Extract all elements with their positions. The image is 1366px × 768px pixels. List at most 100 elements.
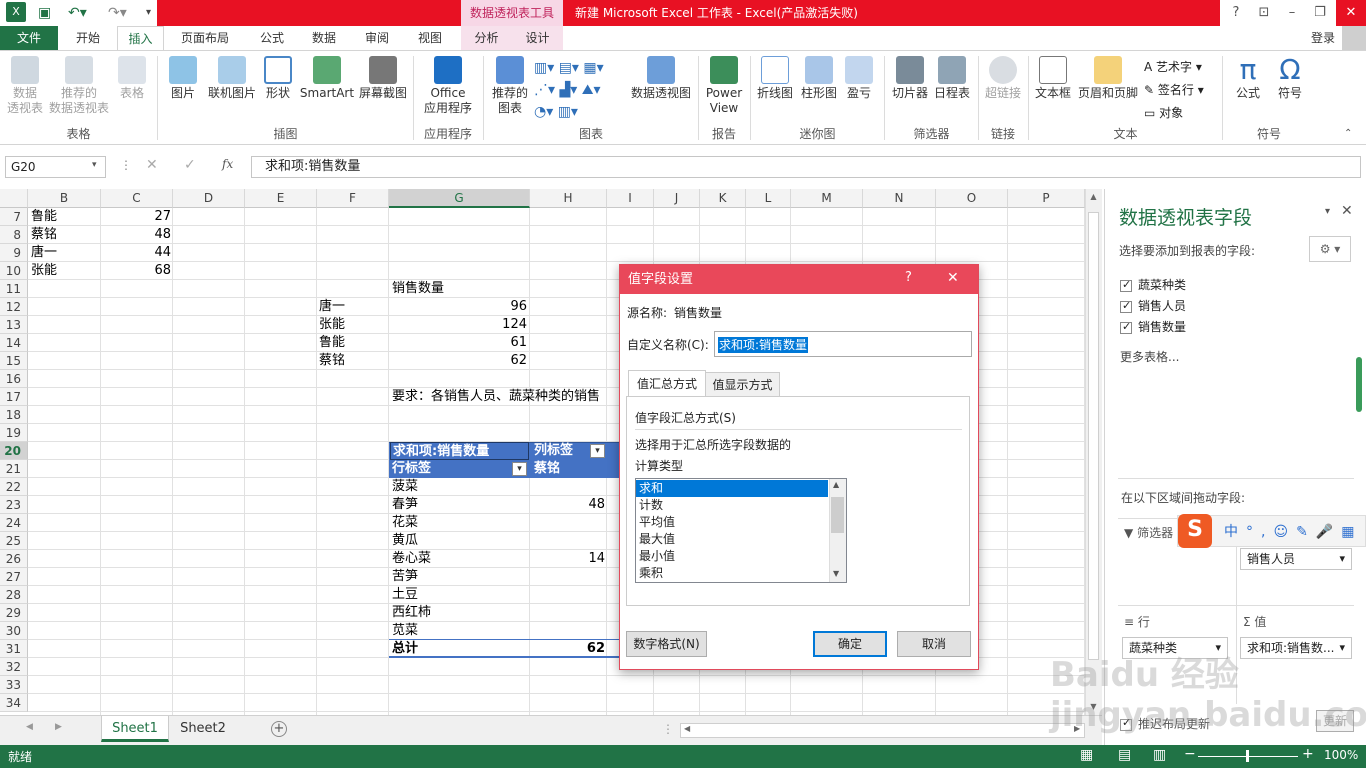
column-header-d[interactable]: D: [173, 189, 245, 208]
sheet-next-icon[interactable]: ▶: [55, 722, 62, 732]
tab-file[interactable]: 文件: [0, 26, 58, 50]
row-header-27[interactable]: 27: [0, 568, 28, 586]
cell-b9[interactable]: 唐一: [31, 244, 57, 262]
column-header-k[interactable]: K: [700, 189, 746, 208]
pivot-row-name[interactable]: 菠菜: [392, 478, 418, 496]
more-tables-link[interactable]: 更多表格...: [1120, 348, 1179, 365]
symbol-button[interactable]: Ω 符号: [1270, 56, 1310, 101]
page-break-view-icon[interactable]: ▥: [1153, 747, 1166, 763]
power-view-button[interactable]: Power View: [702, 56, 746, 116]
insert-function-icon[interactable]: fx: [222, 157, 233, 171]
cell-b10[interactable]: 张能: [31, 262, 57, 280]
cell-c9[interactable]: 44: [101, 244, 171, 262]
redo-icon[interactable]: ↷▾: [108, 3, 127, 23]
equation-button[interactable]: π 公式: [1228, 56, 1268, 101]
pivot-col-label[interactable]: 列标签: [534, 442, 573, 460]
cell-g13[interactable]: 124: [389, 316, 527, 334]
timeline-button[interactable]: 日程表: [932, 56, 972, 101]
pivot-row-name[interactable]: 西红柿: [392, 604, 431, 622]
shapes-button[interactable]: 形状: [262, 56, 294, 101]
scroll-thumb[interactable]: [1088, 212, 1099, 660]
cell-g11[interactable]: 销售数量: [392, 280, 444, 298]
pane-scroll-thumb[interactable]: [1356, 357, 1362, 412]
tab-design[interactable]: 设计: [512, 26, 563, 50]
cancel-button[interactable]: 取消: [897, 631, 971, 657]
office-apps-button[interactable]: Office 应用程序: [416, 56, 480, 116]
field-salesperson[interactable]: 销售人员: [1120, 298, 1186, 314]
column-header-b[interactable]: B: [28, 189, 101, 208]
col-filter-dropdown-icon[interactable]: ▾: [590, 444, 605, 458]
row-header-12[interactable]: 12: [0, 298, 28, 316]
pivot-row-value[interactable]: 48: [530, 496, 605, 514]
row-header-33[interactable]: 33: [0, 676, 28, 694]
checkbox-icon[interactable]: [1120, 298, 1132, 314]
cell-f13[interactable]: 张能: [319, 316, 345, 334]
row-header-30[interactable]: 30: [0, 622, 28, 640]
pane-options-icon[interactable]: ▾: [1325, 206, 1330, 217]
add-sheet-icon[interactable]: +: [271, 721, 287, 737]
column-header-l[interactable]: L: [746, 189, 791, 208]
ok-button[interactable]: 确定: [813, 631, 887, 657]
tab-formulas[interactable]: 公式: [250, 26, 294, 50]
restore-button[interactable]: ❐: [1306, 0, 1334, 26]
row-header-21[interactable]: 21: [0, 460, 28, 478]
signature-line-button[interactable]: ✎ 签名行 ▾: [1144, 79, 1204, 102]
recommended-charts-button[interactable]: 推荐的 图表: [488, 56, 532, 116]
column-header-e[interactable]: E: [245, 189, 317, 208]
row-filter-dropdown-icon[interactable]: ▾: [512, 462, 527, 476]
screenshot-button[interactable]: 屏幕截图: [356, 56, 410, 101]
row-header-23[interactable]: 23: [0, 496, 28, 514]
pivot-row-label[interactable]: 行标签: [392, 460, 431, 478]
formula-input[interactable]: 求和项:销售数量: [251, 156, 1361, 178]
pivot-row-name[interactable]: 卷心菜: [392, 550, 431, 568]
listbox-up-icon[interactable]: ▲: [833, 480, 839, 489]
ribbon-display-button[interactable]: ⊡: [1250, 0, 1278, 26]
zoom-out-icon[interactable]: −: [1184, 746, 1196, 762]
row-header-15[interactable]: 15: [0, 352, 28, 370]
sparkline-line-button[interactable]: 折线图: [754, 56, 796, 101]
tab-analyze[interactable]: 分析: [461, 26, 512, 50]
column-header-f[interactable]: F: [317, 189, 389, 208]
calc-type-option[interactable]: 计数: [636, 497, 828, 514]
cell-g15[interactable]: 62: [389, 352, 527, 370]
column-header-j[interactable]: J: [654, 189, 700, 208]
row-header-19[interactable]: 19: [0, 424, 28, 442]
close-window-button[interactable]: ✕: [1336, 0, 1366, 26]
row-header-14[interactable]: 14: [0, 334, 28, 352]
smartart-button[interactable]: SmartArt: [298, 56, 356, 101]
login-link[interactable]: 登录: [1303, 26, 1343, 50]
pane-close-icon[interactable]: ✕: [1341, 203, 1353, 219]
row-header-8[interactable]: 8: [0, 226, 28, 244]
name-box[interactable]: G20: [5, 156, 106, 178]
sheet-prev-icon[interactable]: ◀: [26, 722, 33, 732]
object-button[interactable]: ▭ 对象: [1144, 102, 1204, 125]
zoom-level[interactable]: 100%: [1324, 748, 1358, 762]
custom-name-input[interactable]: 求和项:销售数量: [714, 331, 972, 357]
wordart-button[interactable]: A 艺术字 ▾: [1144, 56, 1204, 79]
calc-type-option[interactable]: 最小值: [636, 548, 828, 565]
cell-c7[interactable]: 27: [101, 208, 171, 226]
calc-type-option[interactable]: 求和: [636, 480, 828, 497]
row-header-24[interactable]: 24: [0, 514, 28, 532]
calc-type-option[interactable]: 平均值: [636, 514, 828, 531]
column-header-i[interactable]: I: [607, 189, 654, 208]
row-header-34[interactable]: 34: [0, 694, 28, 712]
sheet-tab-sheet2[interactable]: Sheet2: [170, 716, 236, 742]
calc-type-option[interactable]: 最大值: [636, 531, 828, 548]
ime-buttons[interactable]: 中°,☺✎🎤▦: [1224, 521, 1362, 541]
row-header-18[interactable]: 18: [0, 406, 28, 424]
column-header-p[interactable]: P: [1008, 189, 1085, 208]
row-header-28[interactable]: 28: [0, 586, 28, 604]
field-sales-quantity[interactable]: 销售数量: [1120, 319, 1186, 335]
dialog-help-button[interactable]: ?: [905, 270, 912, 285]
cell-f14[interactable]: 鲁能: [319, 334, 345, 352]
column-header-c[interactable]: C: [101, 189, 173, 208]
page-layout-view-icon[interactable]: ▤: [1118, 747, 1131, 763]
header-footer-button[interactable]: 页眉和页脚: [1076, 56, 1140, 101]
tab-insert[interactable]: 插入: [117, 26, 164, 51]
scroll-left-icon[interactable]: ◀: [684, 724, 690, 733]
cell-f15[interactable]: 蔡铭: [319, 352, 345, 370]
sogou-logo-icon[interactable]: S: [1178, 514, 1212, 548]
select-all-corner[interactable]: [0, 189, 28, 208]
row-header-17[interactable]: 17: [0, 388, 28, 406]
